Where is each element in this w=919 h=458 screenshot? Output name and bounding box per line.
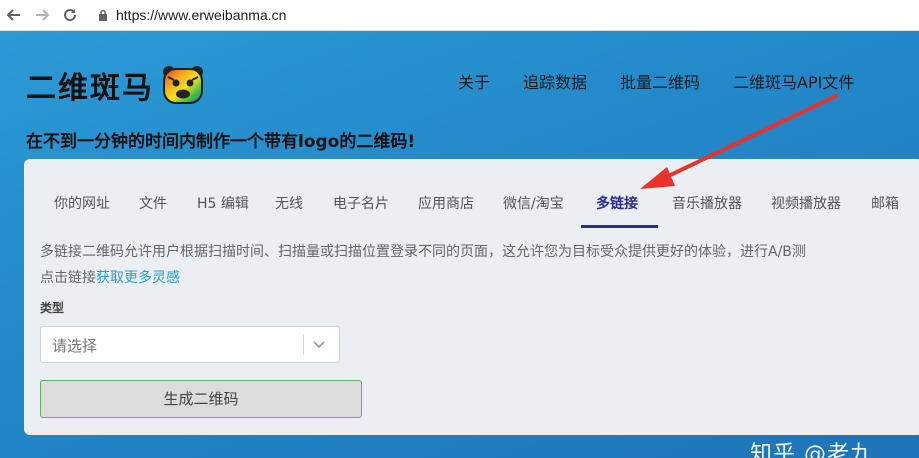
reload-icon	[64, 9, 77, 22]
tab-wechat-taobao[interactable]: 微信/淘宝	[503, 193, 564, 213]
type-label: 类型	[40, 301, 65, 315]
select-placeholder: 请选择	[52, 337, 98, 355]
top-nav: 关于 追踪数据 批量二维码 二维斑马API文件	[458, 69, 887, 93]
nav-batch-qrcode[interactable]: 批量二维码	[620, 69, 700, 93]
address-bar[interactable]: https://www.erweibanma.cn	[98, 7, 286, 23]
description-line1: 多链接二维码允许用户根据扫描时间、扫描量或扫描位置登录不同的页面，这允许您为目标…	[40, 244, 806, 260]
generate-qrcode-button[interactable]: 生成二维码	[40, 380, 362, 418]
tab-wireless[interactable]: 无线	[275, 193, 303, 213]
page-body: 二维斑马 关于 追踪数据 批量二维码 二维斑马API文件 在不到一分钟的时间内制…	[0, 31, 919, 458]
tab-your-url[interactable]: 你的网址	[54, 193, 110, 213]
generator-panel: 你的网址 文件 H5 编辑 无线 电子名片 应用商店 微信/淘宝 多链接 音乐播…	[24, 159, 919, 435]
logo-text: 二维斑马	[26, 71, 154, 106]
back-button[interactable]	[0, 0, 28, 30]
nav-api-docs[interactable]: 二维斑马API文件	[733, 69, 854, 93]
tab-music-player[interactable]: 音乐播放器	[672, 193, 742, 213]
more-inspiration-link[interactable]: 获取更多灵感	[96, 270, 180, 286]
reload-button[interactable]	[56, 0, 84, 30]
chevron-down-icon	[313, 341, 325, 349]
description-prefix: 点击链接	[40, 270, 96, 286]
select-divider	[303, 334, 304, 355]
tab-email[interactable]: 邮箱	[871, 193, 899, 213]
site-logo[interactable]: 二维斑马	[26, 63, 206, 107]
lock-icon	[99, 9, 107, 21]
type-select[interactable]: 请选择	[40, 326, 340, 363]
tab-file[interactable]: 文件	[139, 193, 167, 213]
forward-arrow-icon	[36, 9, 50, 21]
tab-business-card[interactable]: 电子名片	[333, 193, 389, 213]
tagline: 在不到一分钟的时间内制作一个带有logo的二维码!	[26, 132, 416, 152]
tab-video-player[interactable]: 视频播放器	[771, 193, 841, 213]
url-text: https://www.erweibanma.cn	[116, 7, 287, 23]
tab-app-store[interactable]: 应用商店	[418, 193, 474, 213]
tab-multi-link[interactable]: 多链接	[596, 193, 638, 213]
zhihu-watermark: 知乎 @老九	[750, 442, 873, 458]
tab-h5-editor[interactable]: H5 编辑	[197, 193, 249, 213]
active-tab-indicator	[581, 225, 658, 228]
multi-link-description: 多链接二维码允许用户根据扫描时间、扫描量或扫描位置登录不同的页面，这允许您为目标…	[40, 239, 919, 291]
type-tabs: 你的网址 文件 H5 编辑 无线 电子名片 应用商店 微信/淘宝 多链接 音乐播…	[24, 185, 919, 228]
description-line2: 点击链接获取更多灵感	[40, 265, 919, 291]
back-arrow-icon	[6, 9, 20, 21]
zebra-logo-icon	[163, 66, 203, 104]
forward-button[interactable]	[28, 0, 56, 30]
nav-tracking-data[interactable]: 追踪数据	[523, 69, 587, 93]
nav-about[interactable]: 关于	[458, 69, 490, 93]
browser-toolbar: https://www.erweibanma.cn	[0, 0, 919, 31]
